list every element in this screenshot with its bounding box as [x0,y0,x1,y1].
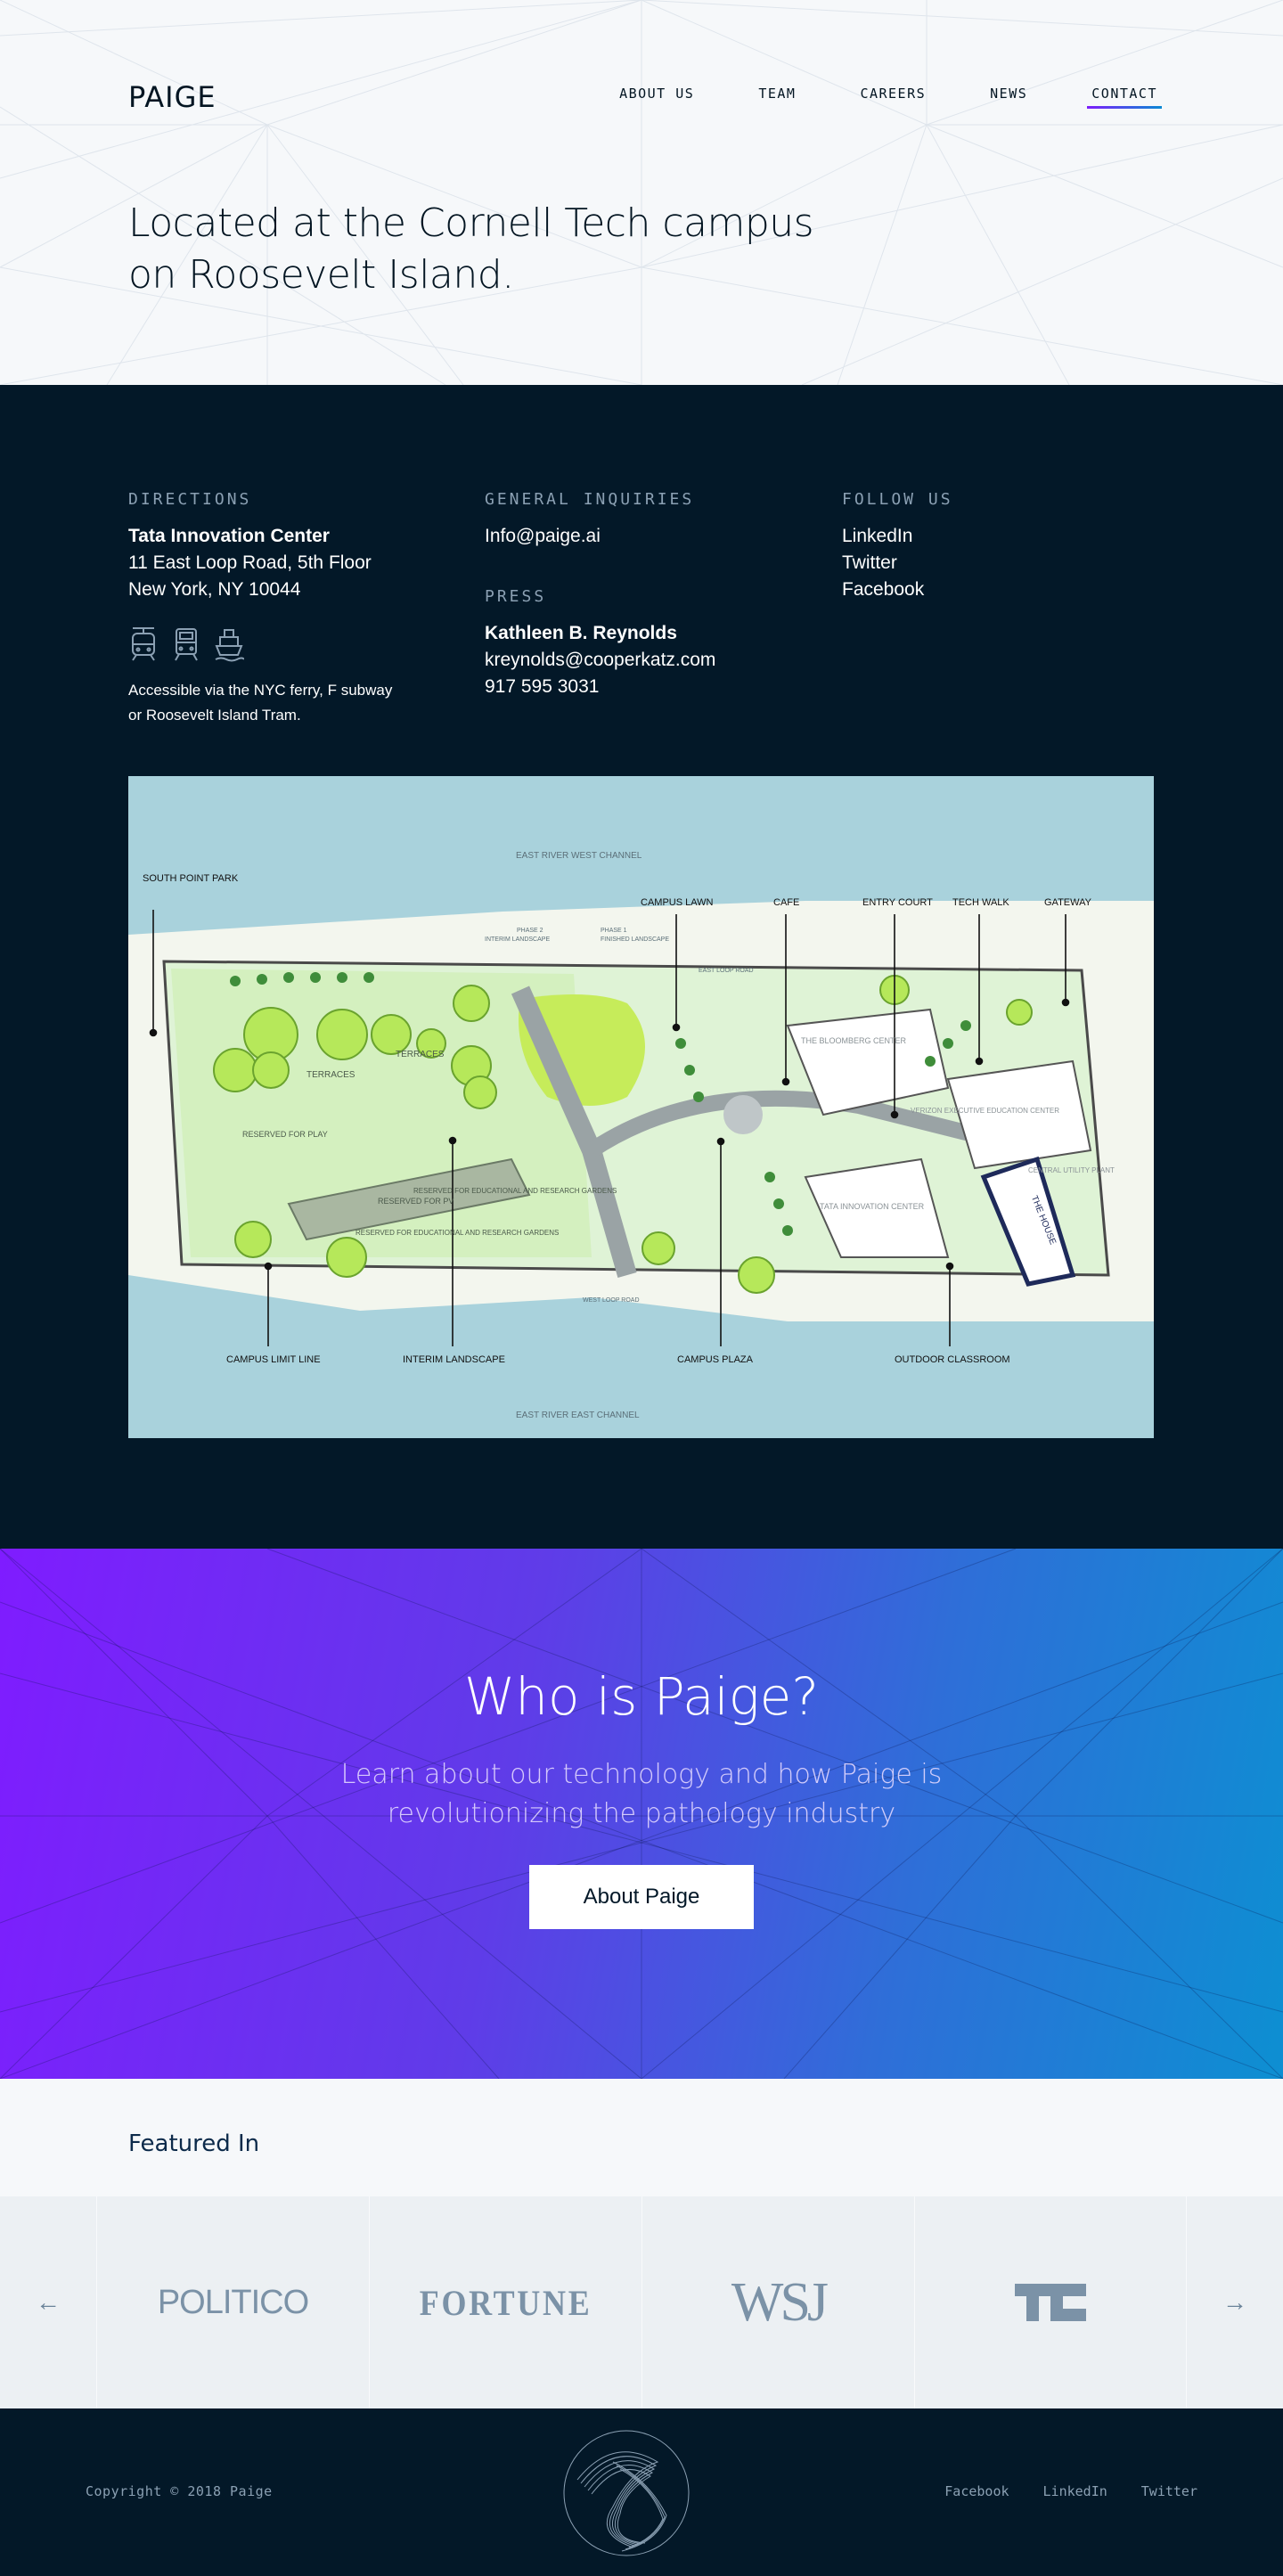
map-label-reserved-pv: RESERVED FOR PV [378,1197,454,1206]
nav-news[interactable]: NEWS [985,86,1032,109]
contact-section: DIRECTIONS Tata Innovation Center 11 Eas… [0,385,1283,1549]
inquiries-column: GENERAL INQUIRIES Info@paige.ai PRESS Ka… [485,490,823,700]
nav-team[interactable]: TEAM [754,86,800,109]
footer-twitter-link[interactable]: Twitter [1141,2483,1197,2499]
who-is-paige-section: Who is Paige? Learn about our technology… [0,1549,1283,2079]
map-label-plaza: CAMPUS PLAZA [677,1354,754,1365]
techcrunch-logo-icon [1015,2284,1086,2321]
access-note: Accessible via the NYC ferry, F subway o… [128,682,393,724]
carousel-prev-arrow-icon[interactable]: ← [0,2196,96,2408]
campus-map: EAST RIVER WEST CHANNEL EAST RIVER EAST … [128,776,1154,1438]
inquiries-email-link[interactable]: Info@paige.ai [485,523,823,550]
nav-careers[interactable]: CAREERS [855,86,930,109]
press-logo-techcrunch[interactable] [914,2196,1187,2408]
map-label-campus-lawn: CAMPUS LAWN [641,897,714,908]
map-label-reserved-play: RESERVED FOR PLAY [242,1130,328,1139]
tram-icon [132,627,155,661]
who-title: Who is Paige? [463,1666,820,1727]
press-heading: PRESS [485,587,547,606]
map-label-entry-court: ENTRY COURT [862,897,933,908]
featured-section: Featured In [0,2079,1283,2196]
wsj-logo: WSJ [731,2271,829,2333]
inquiries-heading: GENERAL INQUIRIES [485,490,695,509]
press-logo-carousel: ← POLITICO FORTUNE WSJ → [0,2196,1283,2408]
press-logo-fortune[interactable]: FORTUNE [369,2196,642,2408]
fortune-logo: FORTUNE [419,2282,592,2323]
follow-facebook-link[interactable]: Facebook [842,577,1181,603]
map-label-finished-small: FINISHED LANDSCAPE [601,936,669,943]
ferry-icon [215,629,244,662]
map-label-phase2: PHASE 2 [517,928,543,934]
footer-facebook-link[interactable]: Facebook [944,2483,1009,2499]
map-label-reserved-edu-2: RESERVED FOR EDUCATIONAL AND RESEARCH GA… [413,1187,617,1195]
map-label-east-channel: EAST RIVER EAST CHANNEL [516,1411,640,1420]
page-title: Located at the Cornell Tech campus on Ro… [128,200,814,298]
map-label-utility: CENTRAL UTILITY PLANT [1028,1166,1115,1174]
press-logo-wsj[interactable]: WSJ [642,2196,914,2408]
hero-section: PAIGE ABOUT US TEAM CAREERS NEWS CONTACT… [0,0,1283,385]
main-nav: ABOUT US TEAM CAREERS NEWS CONTACT [560,86,1162,109]
map-label-interim: INTERIM LANDSCAPE [403,1354,505,1365]
footer-social-links: Facebook LinkedIn Twitter [944,2483,1197,2499]
press-phone-link[interactable]: 917 595 3031 [485,674,823,700]
address-line-2: New York, NY 10044 [128,579,301,600]
transit-icons [128,626,467,662]
footer-linkedin-link[interactable]: LinkedIn [1043,2483,1107,2499]
map-label-interim-small: INTERIM LANDSCAPE [485,936,550,943]
campus-map-drawing: EAST RIVER WEST CHANNEL EAST RIVER EAST … [128,851,1154,1420]
paige-logo[interactable]: PAIGE [128,80,217,114]
nav-contact[interactable]: CONTACT [1087,86,1162,109]
press-email-link[interactable]: kreynolds@cooperkatz.com [485,647,823,674]
press-logo-politico[interactable]: POLITICO [96,2196,369,2408]
follow-column: FOLLOW US LinkedIn Twitter Facebook [842,490,1181,603]
map-label-east-loop: EAST LOOP ROAD [699,968,754,974]
featured-heading: Featured In [128,2130,260,2157]
map-label-gateway: GATEWAY [1044,897,1092,908]
directions-heading: DIRECTIONS [128,490,252,509]
paige-mark-icon [563,2430,690,2556]
nav-about-us[interactable]: ABOUT US [615,86,699,109]
map-label-south-point: SOUTH POINT PARK [143,873,239,884]
site-footer: Copyright © 2018 Paige Facebook LinkedIn… [0,2408,1283,2576]
map-label-west-channel: EAST RIVER WEST CHANNEL [516,851,642,861]
carousel-next-arrow-icon[interactable]: → [1187,2196,1283,2408]
map-label-campus-limit: CAMPUS LIMIT LINE [226,1354,321,1365]
directions-column: DIRECTIONS Tata Innovation Center 11 Eas… [128,490,467,728]
follow-twitter-link[interactable]: Twitter [842,550,1181,577]
map-label-bloomberg: THE BLOOMBERG CENTER [801,1036,907,1045]
map-label-terraces-1: TERRACES [396,1050,445,1059]
map-label-reserved-edu: RESERVED FOR EDUCATIONAL AND RESEARCH GA… [355,1229,559,1237]
follow-linkedin-link[interactable]: LinkedIn [842,523,1181,550]
map-label-cafe: CAFE [773,897,799,908]
press-contact-name: Kathleen B. Reynolds [485,623,677,643]
hero-geometric-background [0,0,1283,385]
map-label-classroom: OUTDOOR CLASSROOM [895,1354,1010,1365]
map-label-west-loop: WEST LOOP ROAD [583,1297,640,1304]
map-label-terraces-2: TERRACES [306,1070,355,1080]
subway-icon [175,628,198,661]
politico-logo: POLITICO [157,2283,309,2321]
building-name: Tata Innovation Center [128,526,330,546]
address-line-1: 11 East Loop Road, 5th Floor [128,552,372,573]
map-label-phase1: PHASE 1 [601,928,627,934]
who-subtitle: Learn about our technology and how Paige… [340,1759,943,1829]
map-label-tech-walk: TECH WALK [952,897,1009,908]
follow-heading: FOLLOW US [842,490,953,509]
about-paige-button[interactable]: About Paige [529,1865,754,1929]
map-label-verizon: VERIZON EXECUTIVE EDUCATION CENTER [911,1107,1059,1115]
map-label-tata: TATA INNOVATION CENTER [820,1202,925,1211]
copyright-text: Copyright © 2018 Paige [86,2483,273,2499]
